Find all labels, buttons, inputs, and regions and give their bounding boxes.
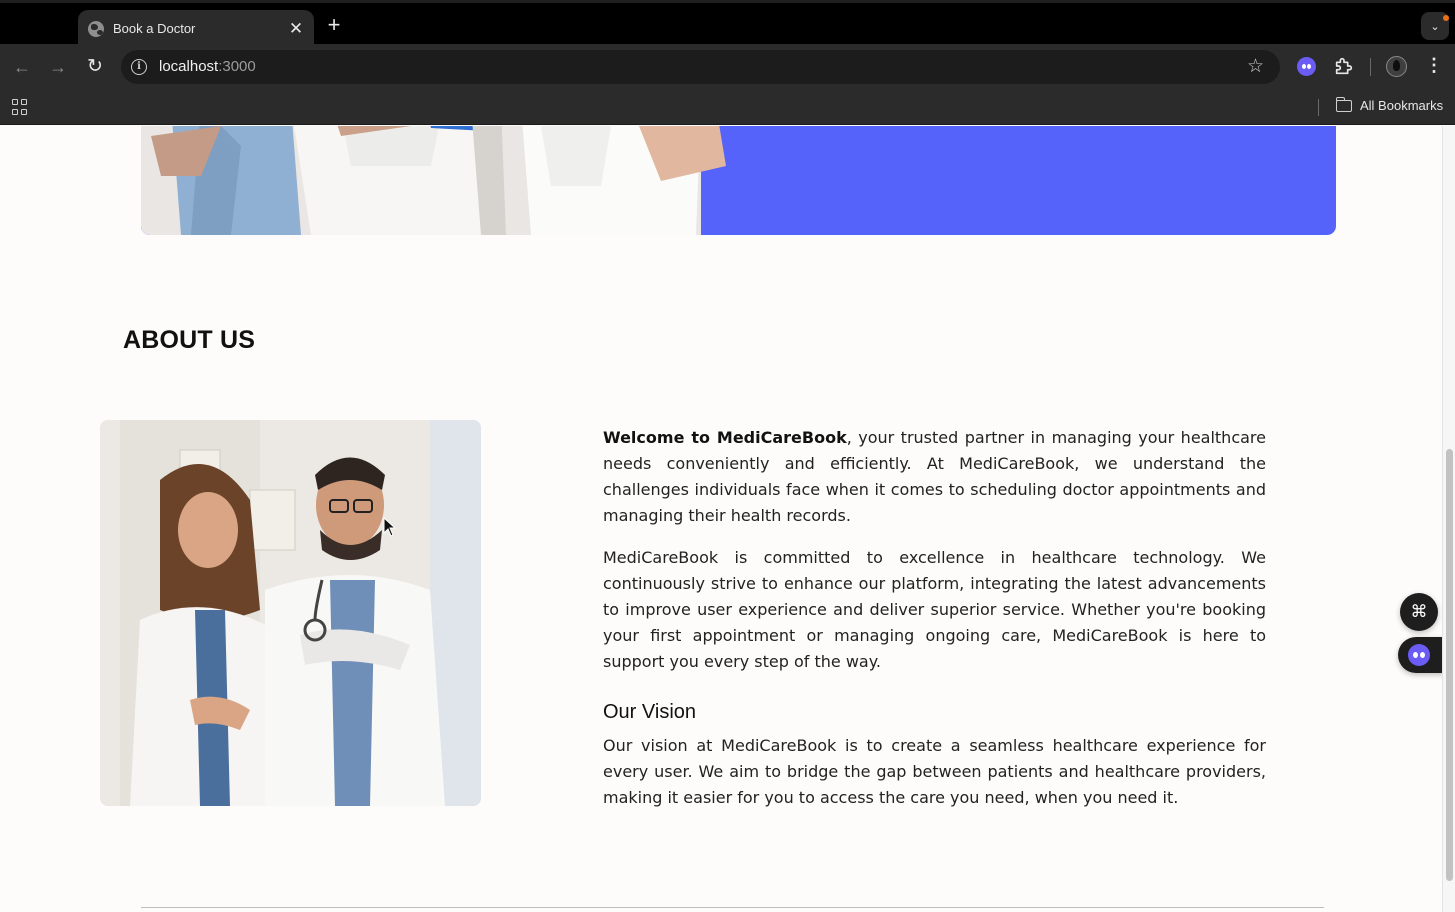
browser-toolbar: ← → ↻ i localhost:3000 ☆ ⋮ — [0, 44, 1455, 89]
mouse-cursor-icon — [383, 517, 397, 537]
all-bookmarks-button[interactable]: All Bookmarks — [1335, 96, 1444, 113]
new-tab-button[interactable]: + — [324, 13, 344, 37]
url-port: :3000 — [218, 58, 256, 75]
address-bar[interactable]: i localhost:3000 ☆ — [121, 50, 1280, 84]
back-button[interactable]: ← — [10, 55, 34, 79]
browser-tab-active[interactable]: Book a Doctor ✕ — [78, 10, 314, 47]
profile-avatar[interactable] — [1386, 56, 1407, 77]
all-bookmarks-label: All Bookmarks — [1360, 98, 1444, 113]
tab-close-icon[interactable]: ✕ — [288, 20, 304, 37]
bookmark-star-icon[interactable]: ☆ — [1247, 55, 1264, 78]
bookmarks-divider — [1318, 99, 1319, 116]
reload-button[interactable]: ↻ — [83, 55, 107, 79]
site-info-icon[interactable]: i — [131, 59, 147, 75]
globe-icon — [88, 20, 104, 37]
hero-doctors-image — [141, 126, 761, 235]
about-content: Welcome to MediCareBook, your trusted pa… — [603, 425, 1266, 827]
ghost-bot-icon — [1408, 644, 1430, 666]
tab-search-button[interactable]: ⌄ — [1421, 12, 1449, 40]
browser-menu-icon[interactable]: ⋮ — [1424, 55, 1444, 76]
puzzle-icon[interactable] — [1333, 55, 1355, 77]
forward-button[interactable]: → — [46, 55, 70, 79]
hero-banner — [141, 126, 1336, 235]
doctors-photo-illustration — [100, 420, 481, 806]
intro-paragraph: Welcome to MediCareBook, your trusted pa… — [603, 425, 1266, 529]
doctors-team-photo — [100, 420, 481, 806]
chevron-down-icon: ⌄ — [1430, 20, 1440, 33]
commitment-paragraph: MediCareBook is committed to excellence … — [603, 548, 1266, 671]
page-viewport: ABOUT US Welcome to MediCareBook, your t… — [0, 126, 1442, 912]
ghost-extension-icon[interactable] — [1297, 57, 1316, 76]
vision-paragraph: Our vision at MediCareBook is to create … — [603, 736, 1266, 807]
toolbar-divider — [1370, 58, 1371, 76]
footer-divider — [141, 907, 1324, 908]
bookmarks-bar: All Bookmarks — [0, 89, 1455, 125]
tab-strip: Book a Doctor ✕ + ⌄ — [0, 0, 1455, 47]
apps-grid-icon[interactable] — [12, 99, 28, 115]
command-icon: ⌘ — [1410, 602, 1428, 621]
floating-assistant-button[interactable] — [1398, 637, 1442, 673]
url-text[interactable]: localhost:3000 — [159, 58, 256, 75]
intro-bold: Welcome to MediCareBook — [603, 428, 847, 447]
about-us-heading: ABOUT US — [123, 326, 256, 354]
scrollbar-thumb[interactable] — [1446, 449, 1453, 881]
vision-heading: Our Vision — [603, 701, 697, 723]
url-host: localhost — [159, 58, 219, 75]
tab-title: Book a Doctor — [113, 21, 196, 36]
page-scrollbar[interactable] — [1442, 126, 1455, 912]
folder-icon — [1335, 96, 1352, 112]
floating-command-button[interactable]: ⌘ — [1400, 593, 1438, 631]
notification-dot — [1443, 15, 1449, 21]
